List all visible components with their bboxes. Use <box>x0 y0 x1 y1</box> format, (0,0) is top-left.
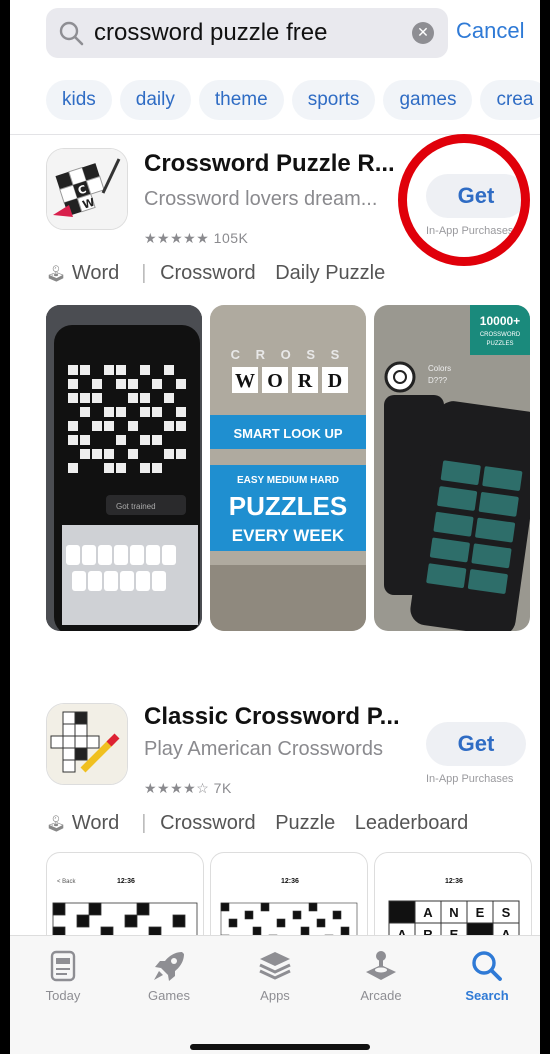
word-letter-d: D <box>328 370 342 392</box>
suggestion-chips: kids daily theme sports games crea <box>46 80 540 120</box>
get-button[interactable]: Get <box>426 722 526 766</box>
grid-letter: E <box>476 905 485 920</box>
cross-text: C R O S S <box>231 347 346 362</box>
tab-label: Today <box>45 988 81 1003</box>
tab-games[interactable]: Games <box>116 936 222 1003</box>
back-link: < Back <box>57 879 77 885</box>
chip-games[interactable]: games <box>383 80 473 120</box>
app-screenshot-1[interactable]: Got trained <box>46 305 202 631</box>
phone-levels-illustration: 10000+ CROSSWORD PUZZLES Colors D??? <box>374 305 530 631</box>
app-title[interactable]: Classic Crossword P... <box>144 703 400 731</box>
timer: 12:36 <box>117 878 135 885</box>
grid-letter: S <box>502 905 511 920</box>
app-tags: 🕹 Word | Crossword Puzzle Leaderboard <box>46 812 469 834</box>
timer: 12:36 <box>445 878 463 885</box>
tag-icon: 🕹 <box>46 816 67 833</box>
chip-theme[interactable]: theme <box>198 80 284 120</box>
clue-text: Got trained <box>116 502 156 511</box>
tab-label: Apps <box>260 988 290 1003</box>
app-title[interactable]: Crossword Puzzle R... <box>144 150 395 178</box>
clue-colors: Colors <box>428 364 451 373</box>
puzzles-text: PUZZLES <box>229 491 347 521</box>
tab-arcade[interactable]: Arcade <box>328 936 434 1003</box>
badge-sub-1: CROSSWORD <box>480 332 521 338</box>
app-icon-crossword-puzzle-redstone[interactable]: C W <box>46 148 128 230</box>
tag-daily-puzzle: Daily Puzzle <box>275 262 386 284</box>
app-screenshot-3[interactable]: 10000+ CROSSWORD PUZZLES Colors D??? <box>374 305 530 631</box>
grid-letter: N <box>449 905 458 920</box>
smart-look-up-text: SMART LOOK UP <box>233 426 342 441</box>
home-indicator <box>190 1044 370 1050</box>
tag-leaderboard: Leaderboard <box>354 812 469 834</box>
tag-crossword: Crossword <box>160 812 256 834</box>
rocket-icon <box>154 952 184 981</box>
levels-text: EASY MEDIUM HARD <box>237 475 339 486</box>
layers-icon <box>259 952 291 980</box>
badge-count: 10000+ <box>480 314 520 328</box>
app-rating: ★★★★★ 105K <box>144 230 248 247</box>
tab-bar: Today Games Apps Arcade Search <box>10 935 540 1054</box>
tab-label: Games <box>148 988 190 1003</box>
word-letter-w: W <box>235 370 255 392</box>
in-app-purchases-label: In-App Purchases <box>426 773 514 785</box>
app-tags: 🕹 Word | Crossword Daily Puzzle <box>46 262 386 284</box>
grid-letter: A <box>423 905 433 920</box>
app-icon-classic-crossword[interactable] <box>46 703 128 785</box>
clear-search-icon[interactable]: ✕ <box>412 22 434 44</box>
chip-sports[interactable]: sports <box>291 80 376 120</box>
promo-banner-illustration: C R O S S W O R D SMART LOOK UP EASY MED… <box>210 305 366 631</box>
every-week-text: EVERY WEEK <box>232 526 345 545</box>
search-field[interactable]: crossword puzzle free ✕ <box>46 8 448 58</box>
badge-sub-2: PUZZLES <box>486 341 513 347</box>
app-rating: ★★★★☆ 7K <box>144 780 232 797</box>
today-icon <box>50 950 76 982</box>
tag-word: Word <box>71 262 120 284</box>
clue-d: D??? <box>428 376 448 385</box>
tag-crossword: Crossword <box>160 262 256 284</box>
tab-label: Arcade <box>360 988 402 1003</box>
phone-keyboard-illustration: Got trained <box>46 305 202 631</box>
search-query-text[interactable]: crossword puzzle free <box>94 19 327 47</box>
tag-icon: 🕹 <box>46 266 67 283</box>
rating-count: 105K <box>213 230 249 246</box>
tag-word: Word <box>71 812 120 834</box>
joystick-icon <box>366 951 396 980</box>
search-icon <box>472 951 502 981</box>
rating-stars: ★★★★☆ <box>144 780 210 796</box>
classic-crossword-logo-icon <box>47 704 127 784</box>
rating-count: 7K <box>213 780 232 796</box>
app-subtitle: Crossword lovers dream... <box>144 188 378 210</box>
tab-label: Search <box>465 988 509 1003</box>
highlight-circle <box>398 134 530 266</box>
tab-apps[interactable]: Apps <box>222 936 328 1003</box>
chip-kids[interactable]: kids <box>46 80 112 120</box>
timer: 12:36 <box>281 878 299 885</box>
word-letter-r: R <box>298 370 313 392</box>
chip-daily[interactable]: daily <box>119 80 191 120</box>
tab-today[interactable]: Today <box>10 936 116 1003</box>
cancel-button[interactable]: Cancel <box>456 18 524 44</box>
app-store-search-screen: crossword puzzle free ✕ Cancel kids dail… <box>10 0 540 1054</box>
chip-crea[interactable]: crea <box>480 80 540 120</box>
app-subtitle: Play American Crosswords <box>144 738 383 760</box>
app-screenshot-2[interactable]: C R O S S W O R D SMART LOOK UP EASY MED… <box>210 305 366 631</box>
rating-stars: ★★★★★ <box>144 230 210 246</box>
tag-puzzle: Puzzle <box>275 812 336 834</box>
word-letter-o: O <box>267 370 283 392</box>
search-icon <box>59 21 84 46</box>
tab-search[interactable]: Search <box>434 936 540 1003</box>
crossword-app-logo-icon: C W <box>47 149 127 229</box>
